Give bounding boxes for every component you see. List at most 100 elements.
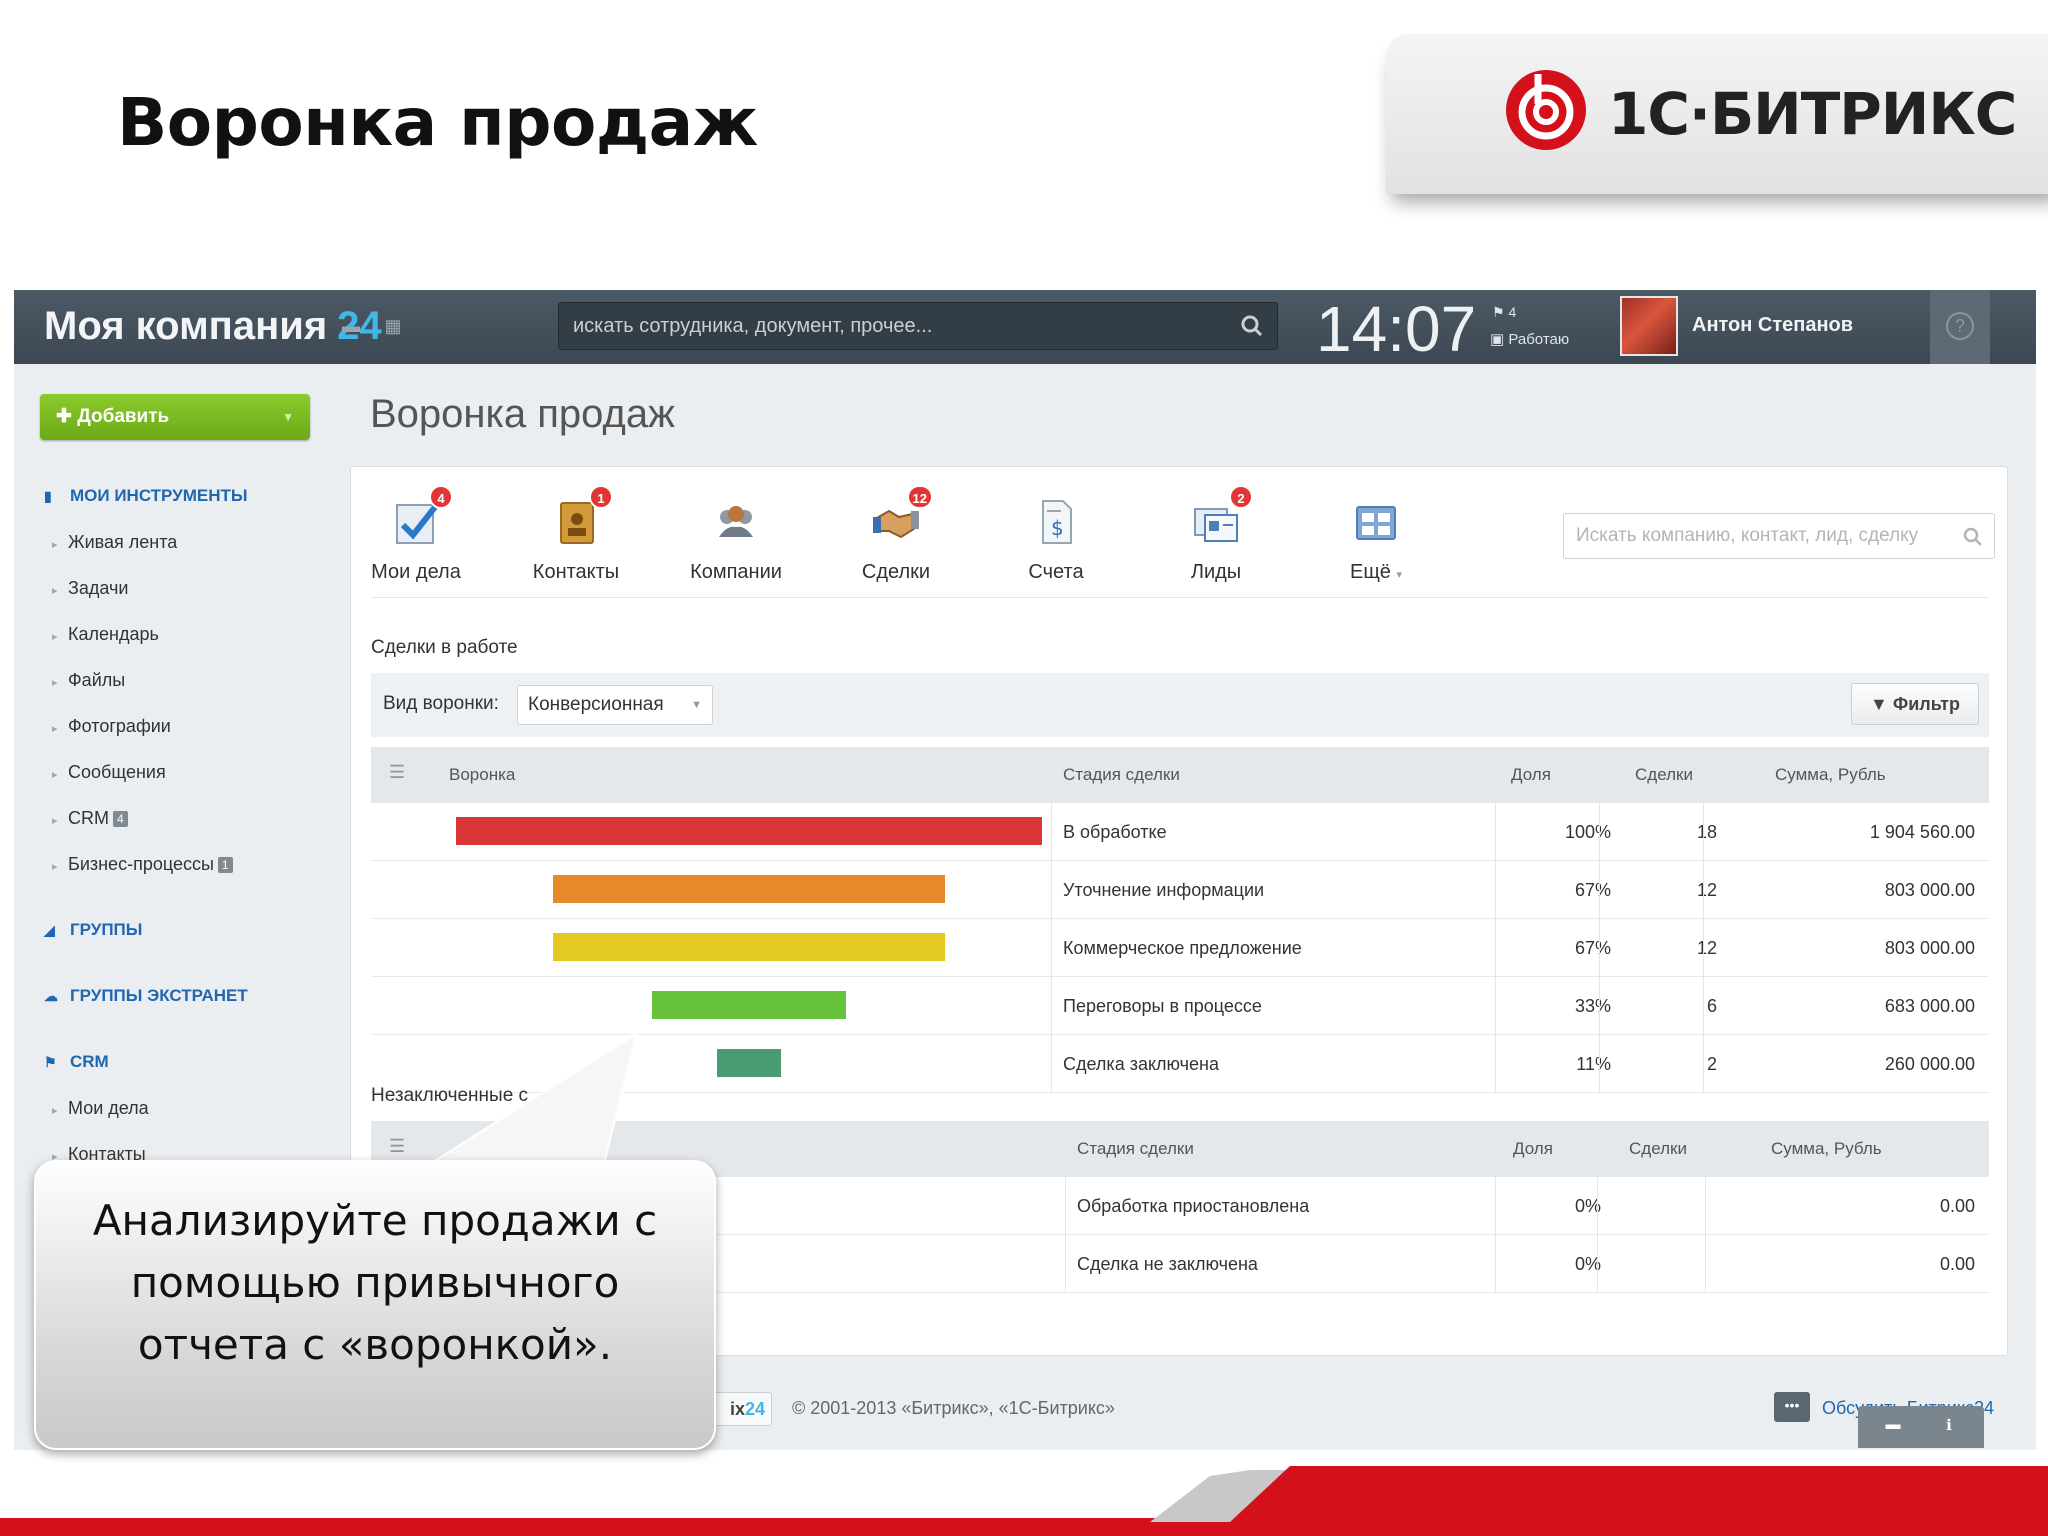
column-divider	[1495, 919, 1496, 977]
tool-companies[interactable]: Компании	[671, 497, 801, 584]
column-divider	[1599, 861, 1600, 919]
deals-cell: 12	[1696, 880, 1717, 900]
column-settings-icon[interactable]: ☰	[389, 1136, 405, 1157]
clock[interactable]: 14:07	[1316, 292, 1476, 366]
col-deals[interactable]: Сделки	[1635, 765, 1693, 785]
red-swoosh	[1150, 1466, 2048, 1522]
search-icon	[1241, 315, 1263, 337]
lead-cards-icon: 2	[1191, 485, 1253, 547]
tool-more[interactable]: Ещё ▾	[1311, 497, 1441, 584]
flag-counter[interactable]: ⚑ 4	[1492, 304, 1516, 321]
deals-cell: 6	[1706, 996, 1717, 1016]
sidebar-section-my-tools[interactable]: ▮ МОИ ИНСТРУМЕНТЫ	[44, 486, 248, 506]
sidebar-item-feed[interactable]: ▸ Живая лента	[52, 532, 177, 553]
lost-deals-label: Незаключенные с	[371, 1085, 529, 1106]
funnel-row[interactable]: Переговоры в процессе 33% 6 683 000.00	[371, 977, 1989, 1035]
sidebar-item-files[interactable]: ▸ Файлы	[52, 670, 125, 691]
callout-bubble: Анализируйте продажи с помощью привычног…	[34, 1160, 716, 1450]
col-stage[interactable]: Стадия сделки	[1077, 1139, 1194, 1159]
cloud-icon: ☁	[44, 988, 58, 1004]
stage-cell: Обработка приостановлена	[1077, 1196, 1310, 1216]
funnel-filter-bar: Вид воронки: Конверсионная ▼ ▼ Фильтр	[371, 673, 1989, 737]
funnel-type-label: Вид воронки:	[383, 693, 499, 714]
funnel-row[interactable]: Коммерческое предложение 67% 12 803 000.00	[371, 919, 1989, 977]
tool-contacts[interactable]: 1 Контакты	[511, 485, 641, 584]
chat-icon[interactable]: ▬	[1882, 1416, 1904, 1436]
funnel-bar	[456, 817, 1042, 845]
notifications-icon[interactable]: ▦	[382, 316, 404, 336]
funnel-row[interactable]: В обработке 100% 18 1 904 560.00	[371, 803, 1989, 861]
crm-search-input[interactable]: Искать компанию, контакт, лид, сделку	[1563, 513, 1995, 559]
sidebar-item-tasks[interactable]: ▸ Задачи	[52, 578, 128, 599]
help-button[interactable]: ?	[1930, 290, 1990, 364]
sidebar-item-calendar[interactable]: ▸ Календарь	[52, 624, 159, 645]
share-cell: 0%	[1574, 1254, 1601, 1274]
avatar[interactable]	[1620, 296, 1678, 356]
col-deals[interactable]: Сделки	[1629, 1139, 1687, 1159]
column-divider	[1495, 1235, 1496, 1293]
tool-invoices[interactable]: $ Счета	[991, 497, 1121, 584]
funnel-filter-icon: ▼	[1869, 694, 1888, 714]
sidebar-section-groups[interactable]: ◢ ГРУППЫ	[44, 920, 142, 940]
funnel-bar	[716, 1049, 782, 1077]
crm-flag-icon: ⚑	[44, 1054, 57, 1070]
column-divider	[1495, 861, 1496, 919]
bitrix-logo: 1С·БИТРИКС	[1386, 34, 2048, 194]
funnel-type-select[interactable]: Конверсионная ▼	[517, 685, 713, 725]
sidebar-item-my-tasks[interactable]: ▸ Мои дела	[52, 1098, 149, 1119]
messages-icon[interactable]: ▬	[340, 316, 362, 336]
funnel-row[interactable]: Уточнение информации 67% 12 803 000.00	[371, 861, 1989, 919]
sidebar-section-extranet[interactable]: ☁ ГРУППЫ ЭКСТРАНЕТ	[44, 986, 248, 1006]
in-work-label: Сделки в работе	[371, 637, 518, 658]
sum-cell: 0.00	[1939, 1196, 1975, 1216]
filter-button[interactable]: ▼ Фильтр	[1851, 683, 1979, 725]
sidebar-section-crm[interactable]: ⚑ CRM	[44, 1052, 109, 1072]
funnel-row[interactable]: Сделка заключена 11% 2 260 000.00	[371, 1035, 1989, 1093]
page-title: Воронка продаж	[370, 392, 675, 436]
tool-leads[interactable]: 2 Лиды	[1151, 485, 1281, 584]
col-sum[interactable]: Сумма, Рубль	[1771, 1139, 1882, 1159]
sidebar-item-crm[interactable]: ▸ CRM 4	[52, 808, 128, 829]
flag-icon: ⚑	[1492, 304, 1505, 320]
user-name[interactable]: Антон Степанов	[1692, 314, 1853, 337]
sidebar-item-bizproc[interactable]: ▸ Бизнес-процессы 1	[52, 854, 233, 875]
work-status[interactable]: ▣ Работаю	[1490, 330, 1569, 348]
column-divider	[1597, 1177, 1598, 1235]
funnel-bar	[552, 875, 946, 903]
column-divider	[1051, 803, 1052, 861]
column-settings-icon[interactable]: ☰	[389, 762, 405, 783]
megaphone-icon: ◢	[44, 922, 55, 938]
tool-badge: 12	[906, 485, 933, 509]
tool-my-tasks[interactable]: 4 Мои дела	[351, 485, 481, 584]
col-stage[interactable]: Стадия сделки	[1063, 765, 1180, 785]
share-cell: 100%	[1564, 822, 1611, 842]
stage-cell: Сделка заключена	[1063, 1054, 1219, 1074]
plus-icon: ✚	[56, 406, 78, 427]
sidebar-item-messages[interactable]: ▸ Сообщения	[52, 762, 166, 783]
info-icon[interactable]: ℹ	[1938, 1416, 1960, 1436]
col-funnel[interactable]: Воронка	[449, 765, 515, 785]
funnel-bar	[652, 991, 846, 1019]
portal-name[interactable]: Моя компания 24	[44, 304, 382, 349]
col-sum[interactable]: Сумма, Рубль	[1775, 765, 1886, 785]
column-divider	[1703, 977, 1704, 1035]
counter-badge: 4	[113, 811, 128, 828]
sidebar-item-photos[interactable]: ▸ Фотографии	[52, 716, 171, 737]
counter-badge: 1	[217, 857, 233, 874]
callout-line: Анализируйте продажи с	[92, 1196, 658, 1245]
column-divider	[1051, 861, 1052, 919]
callout-line: помощью привычного	[130, 1258, 620, 1307]
tool-deals[interactable]: 12 Сделки	[831, 485, 961, 584]
global-search-input[interactable]: искать сотрудника, документ, прочее...	[558, 302, 1278, 350]
column-divider	[1051, 977, 1052, 1035]
tool-label: Лиды	[1190, 561, 1242, 583]
add-button[interactable]: ✚ Добавить ▼	[40, 394, 310, 440]
col-share[interactable]: Доля	[1513, 1139, 1553, 1159]
share-cell: 0%	[1574, 1196, 1601, 1216]
col-share[interactable]: Доля	[1511, 765, 1551, 785]
tool-badge: 2	[1229, 485, 1253, 509]
divider	[371, 597, 1989, 598]
search-icon	[1963, 527, 1982, 546]
tool-badge: 4	[429, 485, 453, 509]
column-divider	[1599, 1035, 1600, 1093]
